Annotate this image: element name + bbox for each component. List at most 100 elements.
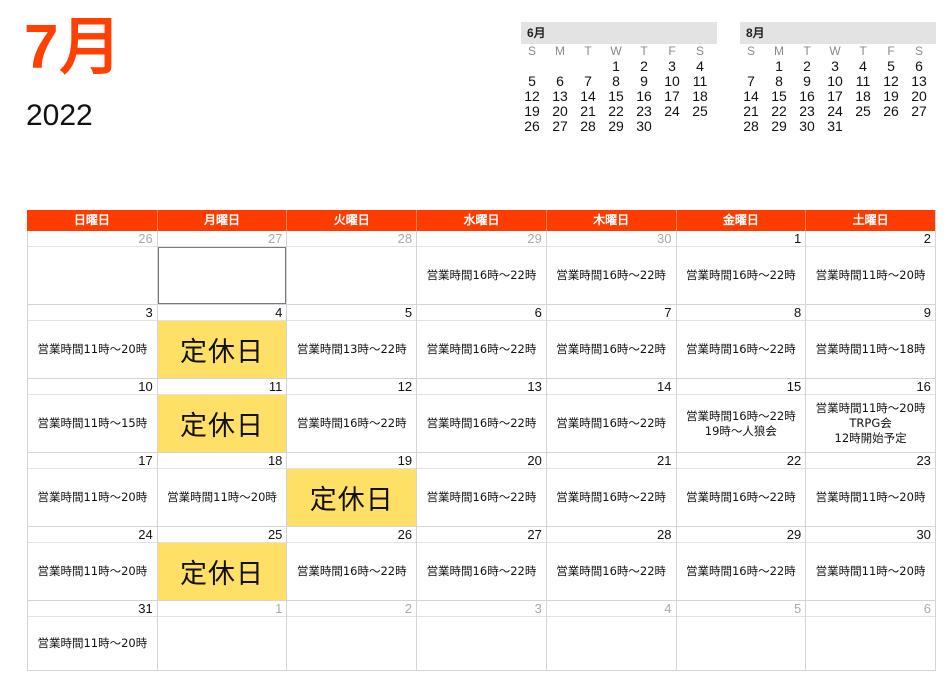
event-text[interactable]: 営業時間13時〜22時 [297, 342, 407, 357]
mini-day[interactable]: 25 [849, 104, 877, 119]
event-text[interactable]: 19時〜人狼会 [705, 424, 777, 439]
mini-day[interactable]: 13 [546, 89, 574, 104]
mini-day[interactable]: 3 [821, 59, 849, 74]
day-cell[interactable]: 30 営業時間11時〜20時 [805, 527, 935, 601]
mini-day[interactable]: 10 [658, 74, 686, 89]
event-text[interactable]: 営業時間16時〜22時 [427, 342, 537, 357]
day-cell[interactable]: 12 営業時間16時〜22時 [286, 379, 417, 453]
event-text[interactable]: 営業時間16時〜22時 [686, 490, 796, 505]
mini-day[interactable]: 4 [686, 59, 714, 74]
event-text[interactable]: 営業時間16時〜22時 [427, 416, 537, 431]
event-text[interactable]: 営業時間11時〜20時 [37, 636, 147, 651]
event-text[interactable]: 営業時間11時〜20時 [816, 564, 926, 579]
event-text[interactable]: 営業時間16時〜22時 [686, 268, 796, 283]
closed-day-highlight[interactable]: 定休日 [157, 395, 287, 452]
day-cell[interactable]: 28 営業時間16時〜22時 [545, 527, 676, 601]
day-cell[interactable]: 22 営業時間16時〜22時 [675, 453, 806, 527]
event-text[interactable]: TRPG会 [849, 416, 891, 431]
day-cell[interactable]: 13 営業時間16時〜22時 [416, 379, 546, 453]
event-text[interactable]: 営業時間11時〜20時 [816, 401, 926, 416]
event-text[interactable]: 12時開始予定 [835, 431, 907, 446]
day-cell[interactable]: 31 営業時間11時〜20時 [27, 601, 157, 671]
day-cell-adjacent-month[interactable]: 2 [286, 601, 417, 671]
mini-day[interactable]: 9 [630, 74, 658, 89]
event-text[interactable]: 営業時間16時〜22時 [556, 490, 666, 505]
mini-day[interactable]: 30 [793, 119, 821, 134]
day-cell[interactable]: 1 営業時間16時〜22時 [675, 231, 806, 305]
mini-day[interactable]: 23 [630, 104, 658, 119]
day-cell[interactable]: 9 営業時間11時〜18時 [805, 305, 935, 379]
mini-day[interactable]: 17 [658, 89, 686, 104]
closed-day-highlight[interactable]: 定休日 [287, 469, 417, 526]
day-cell[interactable]: 4 定休日 [156, 305, 287, 379]
event-text[interactable]: 営業時間11時〜20時 [816, 490, 926, 505]
day-cell[interactable]: 14 営業時間16時〜22時 [545, 379, 676, 453]
mini-day[interactable]: 6 [905, 59, 933, 74]
mini-day[interactable]: 2 [630, 59, 658, 74]
event-text[interactable]: 営業時間16時〜22時 [297, 564, 407, 579]
mini-day[interactable]: 14 [574, 89, 602, 104]
event-text[interactable]: 営業時間11時〜20時 [167, 490, 277, 505]
day-cell-adjacent-month[interactable]: 4 [545, 601, 676, 671]
event-text[interactable]: 営業時間16時〜22時 [686, 564, 796, 579]
mini-day[interactable]: 27 [546, 119, 574, 134]
day-cell-adjacent-month[interactable]: 26 [27, 231, 157, 305]
mini-day[interactable]: 26 [518, 119, 546, 134]
day-cell[interactable]: 7 営業時間16時〜22時 [545, 305, 676, 379]
event-text[interactable]: 営業時間16時〜22時 [556, 564, 666, 579]
mini-day[interactable]: 1 [765, 59, 793, 74]
mini-day[interactable]: 7 [574, 74, 602, 89]
event-text[interactable]: 営業時間16時〜22時 [427, 268, 537, 283]
mini-day[interactable]: 13 [905, 74, 933, 89]
mini-day[interactable]: 17 [821, 89, 849, 104]
day-cell[interactable]: 29 営業時間16時〜22時 [675, 527, 806, 601]
mini-calendar-june[interactable]: 6月 S M T W T F S 1 2 3 4 5 6 7 8 9 10 11 12 13 14 15 16 17 18 19 20… [521, 22, 717, 134]
mini-day[interactable]: 20 [905, 89, 933, 104]
mini-day[interactable]: 23 [793, 104, 821, 119]
mini-day[interactable]: 15 [765, 89, 793, 104]
mini-day[interactable]: 25 [686, 104, 714, 119]
mini-day[interactable]: 7 [737, 74, 765, 89]
day-cell[interactable]: 19 定休日 [286, 453, 417, 527]
mini-day[interactable]: 5 [518, 74, 546, 89]
closed-day-highlight[interactable]: 定休日 [157, 321, 287, 378]
mini-day[interactable]: 24 [658, 104, 686, 119]
event-text[interactable]: 営業時間11時〜20時 [37, 564, 147, 579]
day-cell[interactable]: 6 営業時間16時〜22時 [416, 305, 546, 379]
event-text[interactable]: 営業時間16時〜22時 [556, 268, 666, 283]
mini-day[interactable]: 19 [518, 104, 546, 119]
mini-day[interactable]: 15 [602, 89, 630, 104]
mini-day[interactable]: 4 [849, 59, 877, 74]
day-cell-adjacent-month[interactable]: 1 [156, 601, 287, 671]
day-cell[interactable]: 21 営業時間16時〜22時 [545, 453, 676, 527]
event-text[interactable]: 営業時間11時〜20時 [37, 342, 147, 357]
day-cell[interactable]: 23 営業時間11時〜20時 [805, 453, 935, 527]
day-cell[interactable]: 26 営業時間16時〜22時 [286, 527, 417, 601]
mini-day[interactable]: 8 [602, 74, 630, 89]
event-text[interactable]: 営業時間16時〜22時 [686, 342, 796, 357]
mini-day[interactable]: 12 [518, 89, 546, 104]
mini-day[interactable]: 10 [821, 74, 849, 89]
mini-day[interactable]: 6 [546, 74, 574, 89]
mini-day[interactable]: 21 [574, 104, 602, 119]
day-cell-adjacent-month[interactable]: 6 [805, 601, 935, 671]
mini-day[interactable]: 3 [658, 59, 686, 74]
mini-day[interactable]: 29 [765, 119, 793, 134]
mini-day[interactable]: 22 [602, 104, 630, 119]
mini-day[interactable]: 31 [821, 119, 849, 134]
mini-day[interactable]: 2 [793, 59, 821, 74]
day-cell[interactable]: 11 定休日 [156, 379, 287, 453]
mini-day[interactable]: 19 [877, 89, 905, 104]
mini-day[interactable]: 21 [737, 104, 765, 119]
mini-day[interactable]: 18 [849, 89, 877, 104]
day-cell[interactable]: 27 営業時間16時〜22時 [416, 527, 546, 601]
mini-day[interactable]: 30 [630, 119, 658, 134]
mini-calendar-august[interactable]: 8月 S M T W T F S 1 2 3 4 5 6 7 8 9 10 11 12 13 14 15 16 17 18 19 20… [740, 22, 936, 134]
mini-day[interactable]: 16 [630, 89, 658, 104]
day-cell-adjacent-month[interactable]: 5 [675, 601, 806, 671]
mini-day[interactable]: 28 [574, 119, 602, 134]
mini-day[interactable]: 20 [546, 104, 574, 119]
day-cell[interactable]: 17 営業時間11時〜20時 [27, 453, 157, 527]
day-cell-adjacent-month[interactable]: 3 [416, 601, 546, 671]
day-cell[interactable]: 2 営業時間11時〜20時 [805, 231, 935, 305]
